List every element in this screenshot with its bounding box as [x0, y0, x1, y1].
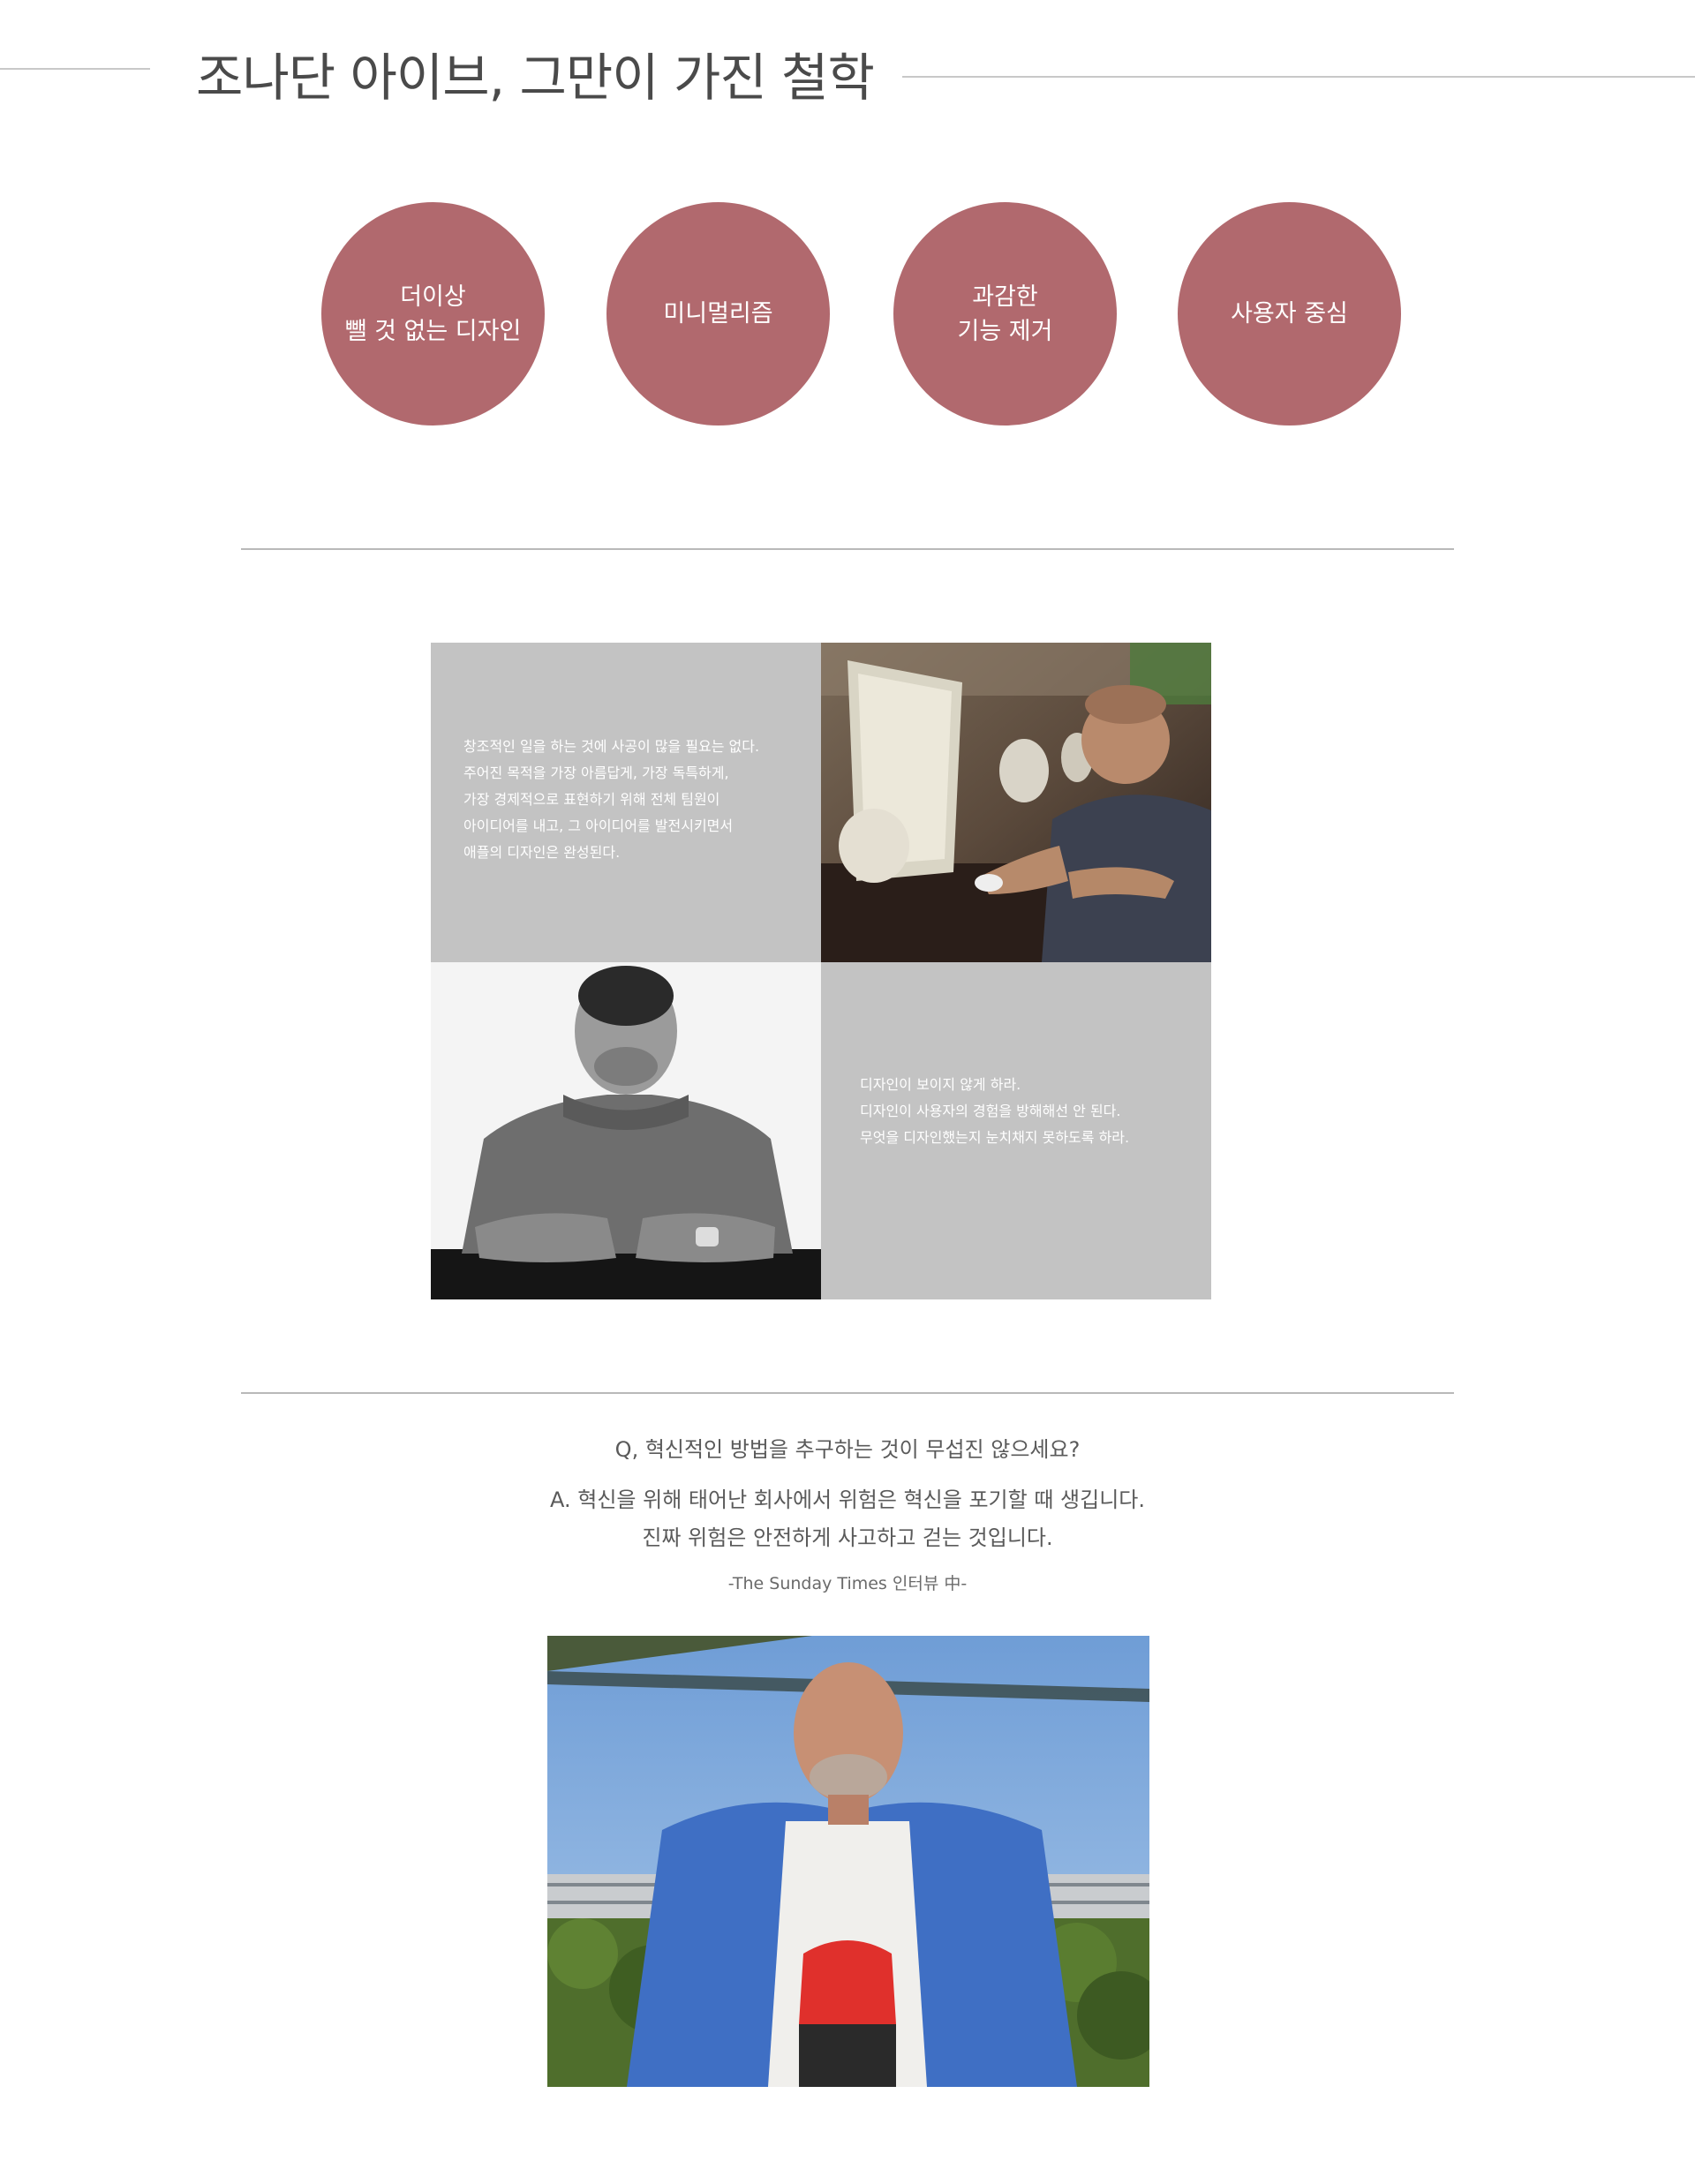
photo-ive-bw-portrait: [431, 962, 821, 1299]
quote-panel-first: 창조적인 일을 하는 것에 사공이 많을 필요는 없다. 주어진 목적을 가장 …: [431, 643, 821, 962]
page-title: 조나단 아이브, 그만이 가진 철학: [196, 48, 875, 108]
interview-source: -The Sunday Times 인터뷰 中-: [727, 1574, 968, 1593]
title-line-left: [0, 68, 150, 70]
photo-ive-blue-jacket-image: [547, 1636, 1149, 2087]
interview-question: Q, 혁신적인 방법을 추구하는 것이 무섭진 않으세요?: [614, 1437, 1081, 1462]
philosophy-circle-minimalism: 미니멀리즘: [606, 202, 830, 426]
quote-text-first: 창조적인 일을 하는 것에 사공이 많을 필요는 없다. 주어진 목적을 가장 …: [463, 738, 760, 861]
section-divider-bottom: [241, 1392, 1454, 1394]
photo-ive-with-computer-image: [821, 643, 1211, 962]
quote-text-second: 디자인이 보이지 않게 하라. 디자인이 사용자의 경험을 방해해선 안 된다.…: [860, 1076, 1130, 1146]
photo-ive-with-computer: [821, 643, 1211, 962]
interview-answer-line1: A. 혁신을 위해 태어난 회사에서 위험은 혁신을 포기할 때 생깁니다.: [550, 1487, 1145, 1512]
quote-panel-second: 디자인이 보이지 않게 하라. 디자인이 사용자의 경험을 방해해선 안 된다.…: [821, 962, 1211, 1299]
photo-ive-blue-jacket: [547, 1636, 1149, 2087]
section-divider-top: [241, 548, 1454, 550]
title-line-right: [902, 76, 1695, 78]
philosophy-circle-user-centered: 사용자 중심: [1178, 202, 1401, 426]
photo-ive-bw-portrait-image: [431, 962, 821, 1299]
philosophy-circle-design: 더이상 뺄 것 없는 디자인: [321, 202, 545, 426]
interview-answer-line2: 진짜 위험은 안전하게 사고하고 걷는 것입니다.: [642, 1525, 1053, 1550]
quote-photo-grid: 창조적인 일을 하는 것에 사공이 많을 필요는 없다. 주어진 목적을 가장 …: [431, 643, 1211, 1299]
philosophy-circle-feature-removal: 과감한 기능 제거: [893, 202, 1117, 426]
